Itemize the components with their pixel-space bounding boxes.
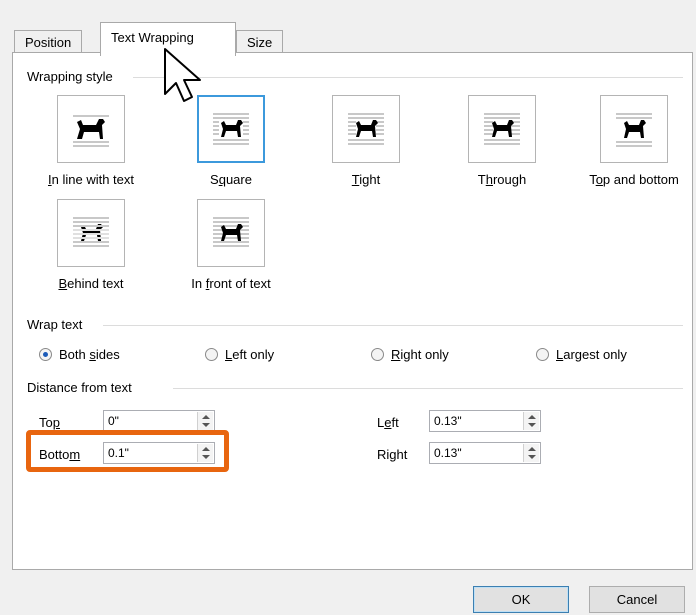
- wrap-option-inline[interactable]: In line with text: [26, 95, 156, 187]
- tab-position-label: Position: [25, 35, 72, 50]
- radio-left-only-label: Left only: [225, 347, 275, 362]
- right-distance-arrows[interactable]: [523, 444, 539, 462]
- radio-both-sides-label: Both sides: [59, 347, 120, 362]
- in-front-of-text-icon: [197, 199, 265, 267]
- wrapping-style-divider: [133, 77, 683, 78]
- right-distance-spinner[interactable]: 0.13": [429, 442, 541, 464]
- wrapping-style-heading: Wrapping style: [27, 69, 119, 84]
- top-distance-spinner[interactable]: 0": [103, 410, 215, 432]
- wrap-option-tight-label: Tight: [351, 172, 381, 187]
- arrow-up-icon[interactable]: [202, 415, 210, 419]
- arrow-down-icon[interactable]: [528, 455, 536, 459]
- radio-right-only-label: Right only: [391, 347, 449, 362]
- radio-largest-only-indicator[interactable]: [536, 348, 549, 361]
- wrap-option-through-label: Through: [477, 172, 527, 187]
- text-wrapping-panel: Wrapping style In line with text Square …: [12, 52, 693, 570]
- tight-wrap-icon: [332, 95, 400, 163]
- top-distance-arrows[interactable]: [197, 412, 213, 430]
- mouse-pointer-icon: [164, 48, 201, 102]
- ok-button[interactable]: OK: [473, 586, 569, 613]
- top-distance-value[interactable]: 0": [108, 414, 119, 428]
- wrap-text-divider: [103, 325, 683, 326]
- layout-dialog: Position Text Wrapping Size Wrapping sty…: [0, 0, 696, 615]
- left-distance-value[interactable]: 0.13": [434, 414, 462, 428]
- arrow-down-icon[interactable]: [528, 423, 536, 427]
- distance-from-text-heading: Distance from text: [27, 380, 138, 395]
- left-distance-spinner[interactable]: 0.13": [429, 410, 541, 432]
- radio-largest-only-label: Largest only: [556, 347, 627, 362]
- top-bottom-wrap-icon: [600, 95, 668, 163]
- wrap-option-behind-text-label: Behind text: [58, 276, 124, 291]
- wrap-option-in-front-of-text-label: In front of text: [191, 276, 271, 291]
- left-distance-arrows[interactable]: [523, 412, 539, 430]
- wrap-text-heading: Wrap text: [27, 317, 89, 332]
- right-label: Right: [377, 447, 408, 462]
- radio-left-only-indicator[interactable]: [205, 348, 218, 361]
- behind-text-icon: [57, 199, 125, 267]
- arrow-up-icon[interactable]: [528, 415, 536, 419]
- arrow-up-icon[interactable]: [528, 447, 536, 451]
- cancel-button[interactable]: Cancel: [589, 586, 685, 613]
- radio-left-only[interactable]: Left only: [205, 347, 274, 362]
- arrow-down-icon[interactable]: [202, 423, 210, 427]
- tab-text-wrapping-label: Text Wrapping: [111, 30, 194, 45]
- bottom-field-highlight: [26, 430, 229, 472]
- radio-right-only-indicator[interactable]: [371, 348, 384, 361]
- wrap-option-tight[interactable]: Tight: [301, 95, 431, 187]
- right-distance-value[interactable]: 0.13": [434, 446, 462, 460]
- radio-both-sides[interactable]: Both sides: [39, 347, 120, 362]
- inline-dog-icon: [57, 95, 125, 163]
- wrap-option-square-label: Square: [210, 172, 252, 187]
- wrap-option-square[interactable]: Square: [166, 95, 296, 187]
- through-wrap-icon: [468, 95, 536, 163]
- top-label: Top: [39, 415, 60, 430]
- radio-both-sides-indicator[interactable]: [39, 348, 52, 361]
- left-label: Left: [377, 415, 399, 430]
- wrap-option-inline-label: In line with text: [48, 172, 134, 187]
- wrap-option-behind-text[interactable]: Behind text: [26, 199, 156, 291]
- wrap-option-top-and-bottom[interactable]: Top and bottom: [569, 95, 696, 187]
- wrap-option-top-and-bottom-label: Top and bottom: [589, 172, 679, 187]
- wrap-option-through[interactable]: Through: [437, 95, 567, 187]
- radio-largest-only[interactable]: Largest only: [536, 347, 627, 362]
- radio-right-only[interactable]: Right only: [371, 347, 449, 362]
- wrap-option-in-front-of-text[interactable]: In front of text: [166, 199, 296, 291]
- tab-size-label: Size: [247, 35, 273, 50]
- distance-divider: [173, 388, 683, 389]
